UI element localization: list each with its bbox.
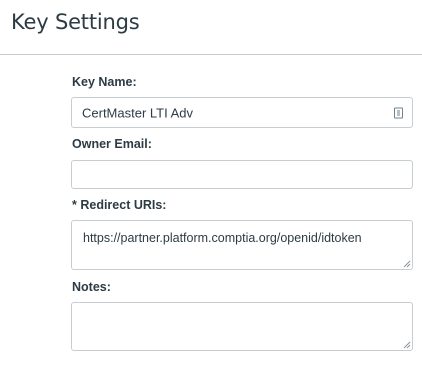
notes-textarea[interactable] [71, 302, 413, 351]
resize-grip-icon[interactable] [403, 341, 411, 349]
title-divider [0, 54, 422, 55]
credential-icon[interactable] [394, 107, 403, 118]
owner-email-input[interactable] [71, 160, 413, 189]
redirect-uris-value: https://partner.platform.comptia.org/ope… [83, 231, 362, 245]
resize-grip-icon[interactable] [403, 260, 411, 268]
redirect-uris-label: * Redirect URIs: [72, 198, 167, 212]
page-title: Key Settings [11, 10, 140, 34]
key-name-input[interactable]: CertMaster LTI Adv [71, 97, 413, 128]
owner-email-label: Owner Email: [72, 137, 152, 151]
key-name-value: CertMaster LTI Adv [82, 105, 194, 120]
notes-label: Notes: [72, 280, 111, 294]
key-name-label: Key Name: [72, 75, 137, 89]
redirect-uris-textarea[interactable]: https://partner.platform.comptia.org/ope… [71, 220, 413, 270]
